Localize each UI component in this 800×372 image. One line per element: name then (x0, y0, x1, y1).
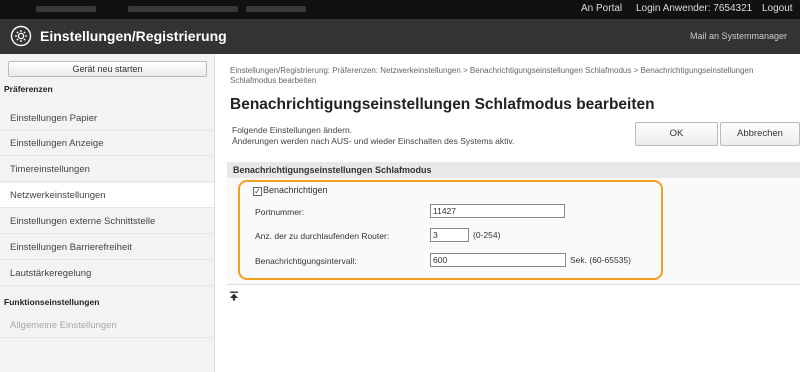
cancel-button[interactable]: Abbrechen (720, 122, 800, 146)
portal-link[interactable]: An Portal (581, 3, 622, 14)
scroll-to-top-icon[interactable] (229, 291, 239, 301)
description-line: Änderungen werden nach AUS- und wieder E… (232, 136, 515, 146)
ok-button[interactable]: OK (635, 122, 718, 146)
gear-icon (10, 25, 32, 47)
sidebar-item-network[interactable]: Netzwerkeinstellungen (0, 183, 214, 208)
sidebar-item-general[interactable]: Allgemeine Einstellungen (0, 313, 214, 338)
sidebar-item-timer[interactable]: Timereinstellungen (0, 157, 214, 182)
sidebar-item-volume[interactable]: Lautstärkeregelung (0, 261, 214, 286)
divider (227, 284, 800, 285)
description: Folgende Einstellungen ändern. Änderunge… (232, 125, 514, 147)
sidebar: Gerät neu starten Präferenzen Einstellun… (0, 54, 215, 372)
sidebar-item-display[interactable]: Einstellungen Anzeige (0, 131, 214, 156)
title-bar: Einstellungen/Registrierung Mail an Syst… (0, 19, 800, 54)
blurred-text (128, 6, 238, 12)
sidebar-item-accessibility[interactable]: Einstellungen Barrierefreiheit (0, 235, 214, 260)
page-header-title: Einstellungen/Registrierung (40, 28, 227, 44)
section-header: Benachrichtigungseinstellungen Schlafmod… (227, 162, 800, 178)
sidebar-item-external-interface[interactable]: Einstellungen externe Schnittstelle (0, 209, 214, 234)
sidebar-heading-preferences: Präferenzen (4, 84, 53, 94)
sidebar-heading-functions: Funktionseinstellungen (4, 297, 100, 307)
main-content: Einstellungen/Registrierung: Präferenzen… (215, 54, 800, 372)
mail-system-manager-link[interactable]: Mail an Systemmanager (690, 31, 787, 41)
top-bar: An Portal Login Anwender: 7654321 Logout (0, 0, 800, 19)
restart-device-button[interactable]: Gerät neu starten (8, 61, 207, 77)
logout-link[interactable]: Logout (762, 3, 793, 14)
blurred-text (36, 6, 96, 12)
breadcrumb: Einstellungen/Registrierung: Präferenzen… (230, 66, 754, 85)
description-line: Folgende Einstellungen ändern. (232, 125, 353, 135)
login-user-text: Login Anwender: 7654321 (636, 3, 753, 14)
highlight-frame (238, 180, 663, 280)
sidebar-item-paper[interactable]: Einstellungen Papier (0, 106, 214, 131)
blurred-text (246, 6, 306, 12)
page-title: Benachrichtigungseinstellungen Schlafmod… (230, 96, 655, 113)
